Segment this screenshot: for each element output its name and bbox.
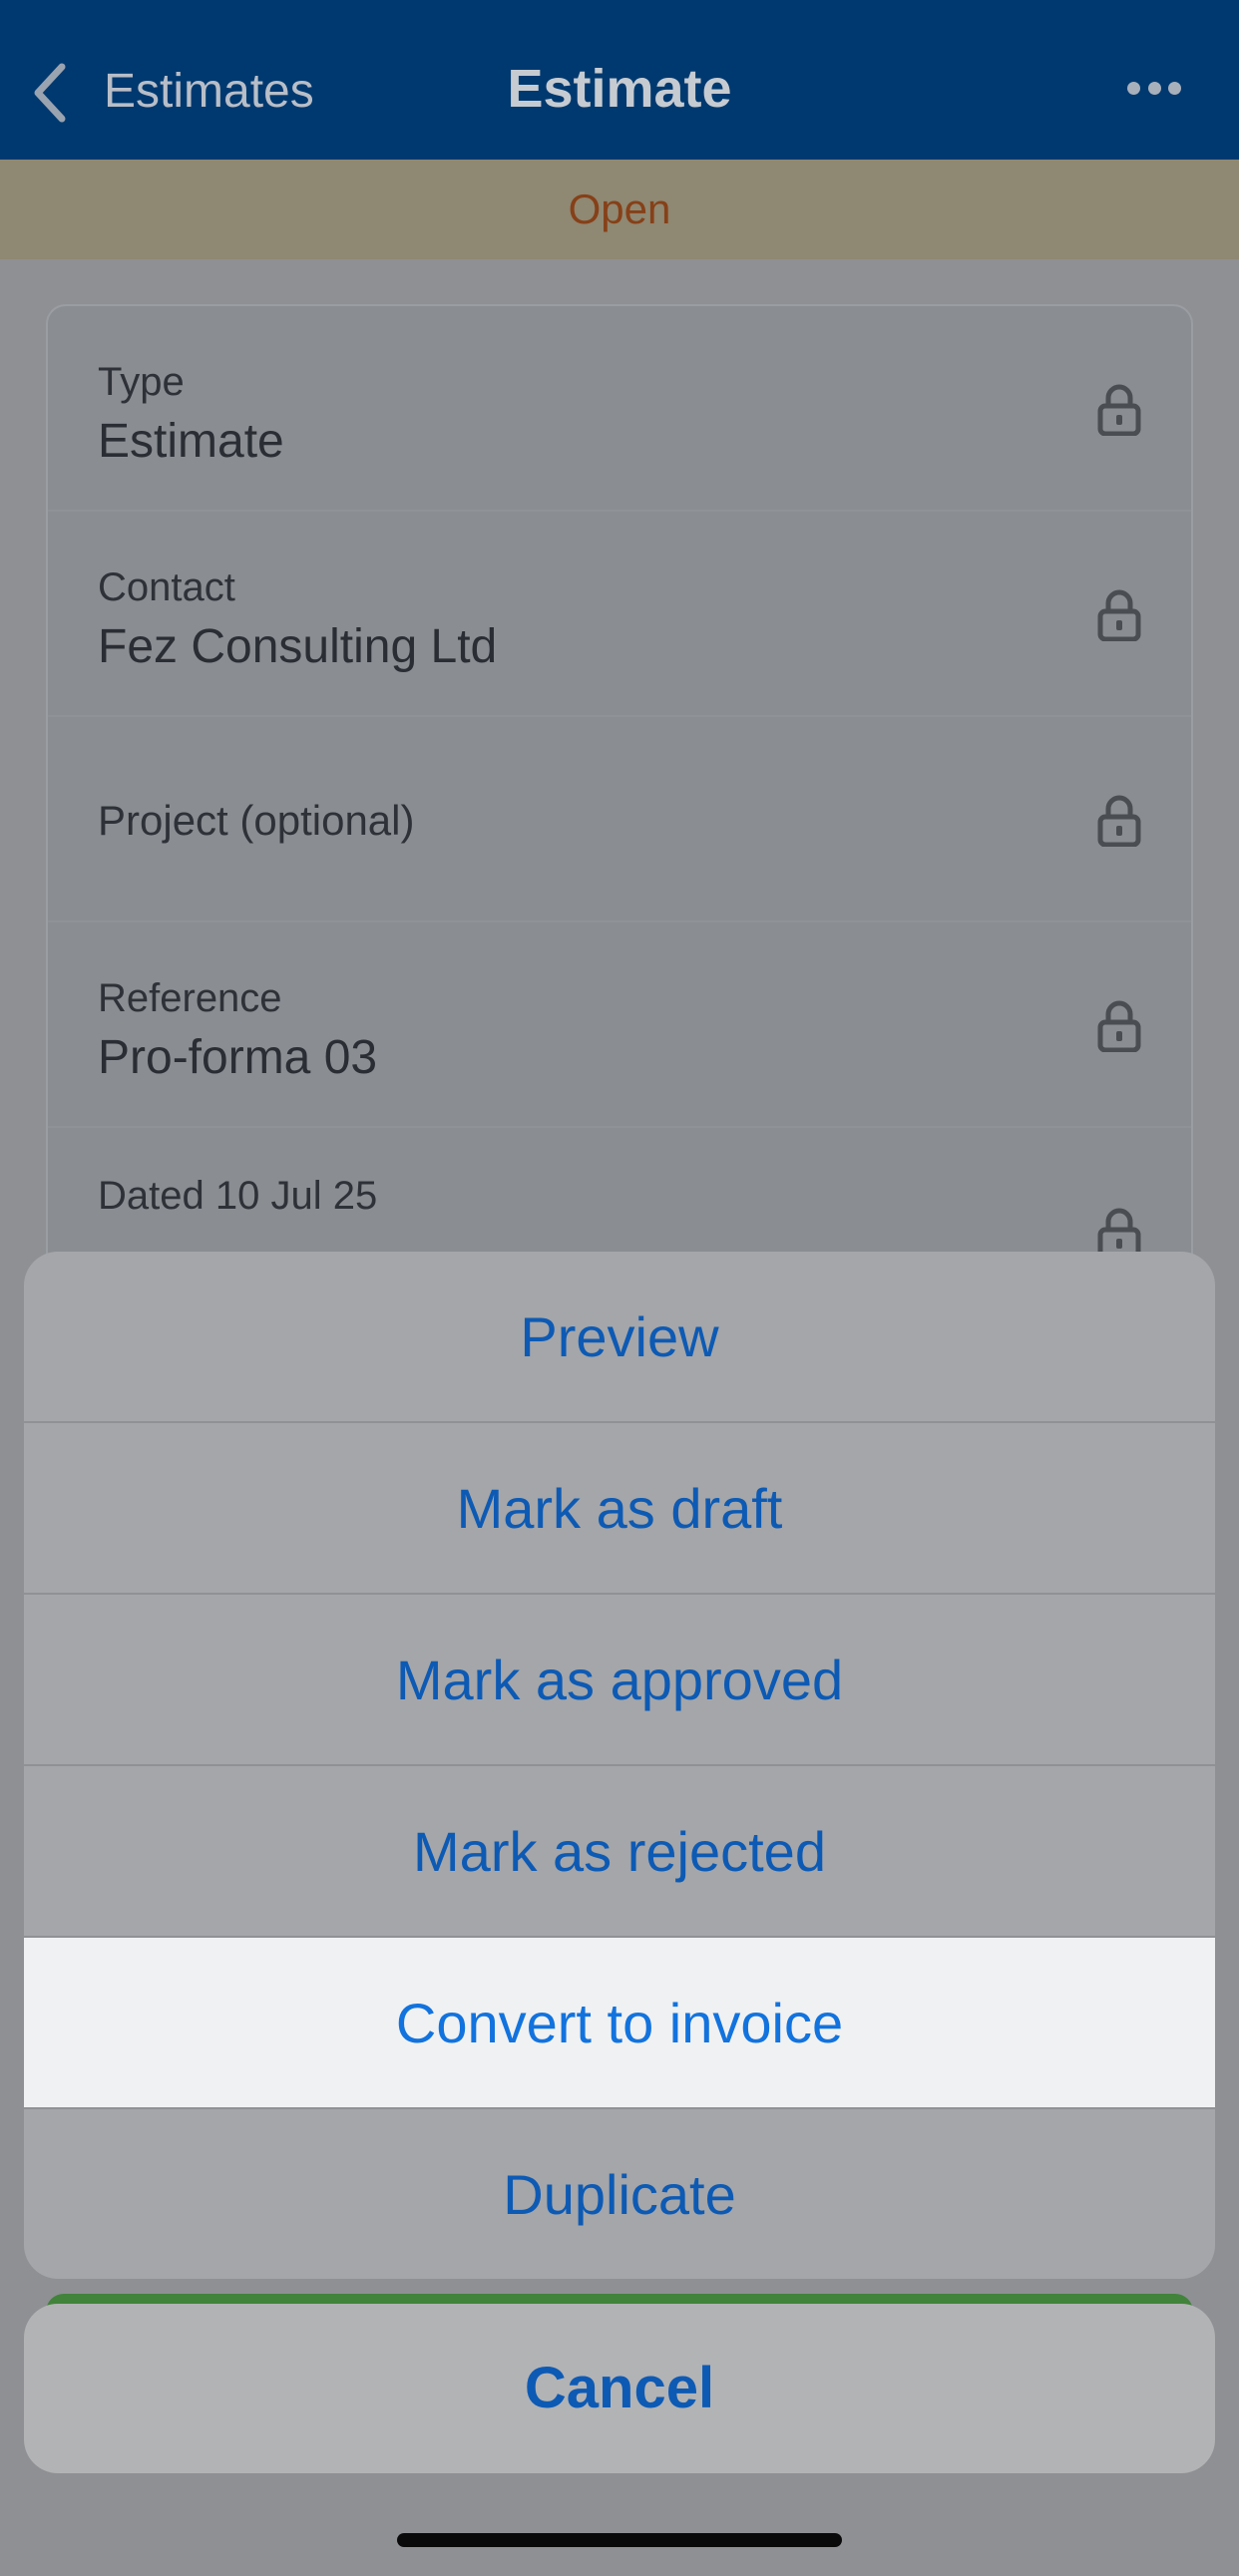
lock-icon	[1097, 384, 1141, 436]
more-button[interactable]	[1127, 78, 1181, 98]
preview-button[interactable]: Preview	[24, 1252, 1215, 1423]
ellipsis-icon	[1147, 81, 1161, 95]
convert-to-invoice-button[interactable]: Convert to invoice	[24, 1938, 1215, 2109]
home-indicator[interactable]	[397, 2533, 842, 2547]
field-label: Type	[98, 360, 185, 404]
field-type[interactable]: Type Estimate	[48, 306, 1191, 512]
field-contact[interactable]: Contact Fez Consulting Ltd	[48, 512, 1191, 717]
field-project[interactable]: Project (optional)	[48, 717, 1191, 922]
ellipsis-icon	[1127, 81, 1140, 95]
field-value: Fez Consulting Ltd	[98, 620, 498, 673]
cancel-button[interactable]: Cancel	[24, 2304, 1215, 2473]
field-label: Contact	[98, 565, 235, 609]
field-label: Dated 10 Jul 25	[98, 1174, 378, 1218]
field-label: Reference	[98, 976, 282, 1020]
status-banner: Open	[0, 160, 1239, 259]
page-title: Estimate	[507, 59, 732, 119]
navigation-bar: Estimates Estimate	[0, 0, 1239, 160]
mark-as-approved-button[interactable]: Mark as approved	[24, 1595, 1215, 1766]
ellipsis-icon	[1168, 81, 1181, 95]
action-sheet: Preview Mark as draft Mark as approved M…	[24, 1252, 1215, 2279]
lock-icon	[1097, 1000, 1141, 1052]
field-label: Project (optional)	[98, 797, 415, 844]
field-reference[interactable]: Reference Pro-forma 03	[48, 922, 1191, 1128]
lock-icon	[1097, 795, 1141, 847]
mark-as-draft-button[interactable]: Mark as draft	[24, 1423, 1215, 1595]
duplicate-button[interactable]: Duplicate	[24, 2109, 1215, 2279]
field-value: Pro-forma 03	[98, 1031, 378, 1084]
field-value: Estimate	[98, 415, 284, 468]
mark-as-rejected-button[interactable]: Mark as rejected	[24, 1766, 1215, 1938]
estimate-details-card: Type Estimate Contact Fez Consulting Ltd…	[46, 304, 1193, 1301]
lock-icon	[1097, 589, 1141, 641]
